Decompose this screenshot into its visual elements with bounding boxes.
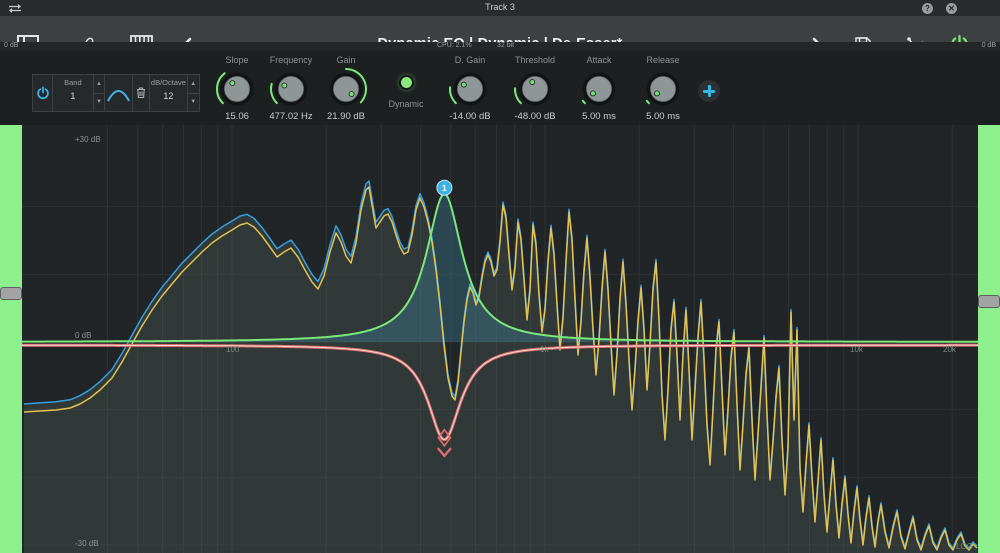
band-power-button[interactable] [33, 75, 53, 111]
band-up-button[interactable]: ▲ [94, 75, 105, 94]
window-title: Track 3 [0, 2, 1000, 12]
knob-label: Slope [207, 55, 267, 65]
freq-tick-10k: 10k [850, 345, 863, 354]
octave-value: 12 [150, 91, 186, 101]
band-selector-group: Band 1 ▲ ▼ dB/Octave [32, 74, 200, 112]
window-titlebar[interactable]: Track 3 ? ✕ [0, 0, 1000, 16]
knob-label: Attack [569, 55, 629, 65]
dynamic-toggle[interactable]: Dynamic [376, 55, 436, 109]
band-label: Band [53, 78, 93, 87]
knob-value: 5.00 ms [569, 111, 629, 122]
knob-value: -14.00 dB [440, 111, 500, 122]
frequency-knob[interactable]: Frequency 477.02 Hz [261, 55, 321, 122]
dynamic-label: Dynamic [376, 99, 436, 109]
eq-graph[interactable]: 1 [22, 125, 978, 553]
knob-label: Frequency [261, 55, 321, 65]
plugin-window: Track 3 ? ✕ Dynamic EQ | Dynamic | De-Es… [0, 0, 1000, 553]
filter-shape-button[interactable] [105, 75, 133, 111]
octave-up-button[interactable]: ▲ [188, 75, 199, 94]
band-value: 1 [53, 91, 93, 101]
knob-value: 15.06 [207, 111, 267, 122]
slider-scale-right: 0 dB [982, 42, 996, 50]
threshold-knob[interactable]: Threshold -48.00 dB [505, 55, 565, 122]
knob-value: 477.02 Hz [261, 111, 321, 122]
input-gain-meter[interactable] [0, 125, 22, 553]
dynamic-gain-knob[interactable]: D. Gain -14.00 dB [440, 55, 500, 122]
freq-tick-100: 100 [226, 345, 239, 354]
add-band-button[interactable] [698, 80, 720, 102]
octave-stepper: ▲ ▼ [188, 75, 199, 111]
band-number-display: Band 1 [53, 75, 94, 111]
dynamic-led[interactable] [399, 75, 414, 90]
band-control-panel: Band 1 ▲ ▼ dB/Octave [0, 50, 1000, 125]
octave-down-button[interactable]: ▼ [188, 94, 199, 112]
plugin-toolbar: Dynamic EQ | Dynamic | De-Esser* [0, 16, 1000, 42]
bit-depth: 32 bit [497, 42, 514, 50]
output-gain-slider-handle[interactable] [978, 295, 1000, 308]
db-label-bottom: -30 dB [75, 539, 99, 548]
knob-value: -48.00 dB [505, 111, 565, 122]
knob-value: 5.00 ms [633, 111, 693, 122]
slider-scale-left: 0 dB [4, 42, 18, 50]
log-scale-label: LOG [956, 542, 973, 551]
octave-label: dB/Octave [150, 78, 186, 87]
trash-icon [135, 86, 147, 99]
bell-curve-icon [108, 91, 129, 101]
release-knob[interactable]: Release 5.00 ms [633, 55, 693, 122]
delete-band-button[interactable] [133, 75, 150, 111]
status-strip: 0 dB CPU: 2.1% 32 bit 0 dB [0, 42, 1000, 50]
output-gain-meter[interactable] [978, 125, 1000, 553]
attack-knob[interactable]: Attack 5.00 ms [569, 55, 629, 122]
freq-tick-20k: 20k [943, 345, 956, 354]
knob-label: D. Gain [440, 55, 500, 65]
gain-knob[interactable]: Gain 21.90 dB [316, 55, 376, 122]
knob-value: 21.90 dB [316, 111, 376, 122]
help-button[interactable]: ? [922, 3, 933, 14]
knob-label: Gain [316, 55, 376, 65]
band-down-button[interactable]: ▼ [94, 94, 105, 112]
freq-tick-1k: 1k [540, 345, 548, 354]
band-stepper: ▲ ▼ [94, 75, 106, 111]
db-label-zero: 0 dB [75, 331, 91, 340]
knob-label: Threshold [505, 55, 565, 65]
db-label-top: +30 dB [75, 135, 101, 144]
input-gain-slider-handle[interactable] [0, 287, 22, 300]
band-handle-number: 1 [442, 183, 447, 193]
cpu-readout: CPU: 2.1% [437, 42, 472, 50]
slope-knob[interactable]: Slope 15.06 [207, 55, 267, 122]
octave-display: dB/Octave 12 [150, 75, 187, 111]
window-close-button[interactable]: ✕ [946, 3, 957, 14]
knob-label: Release [633, 55, 693, 65]
